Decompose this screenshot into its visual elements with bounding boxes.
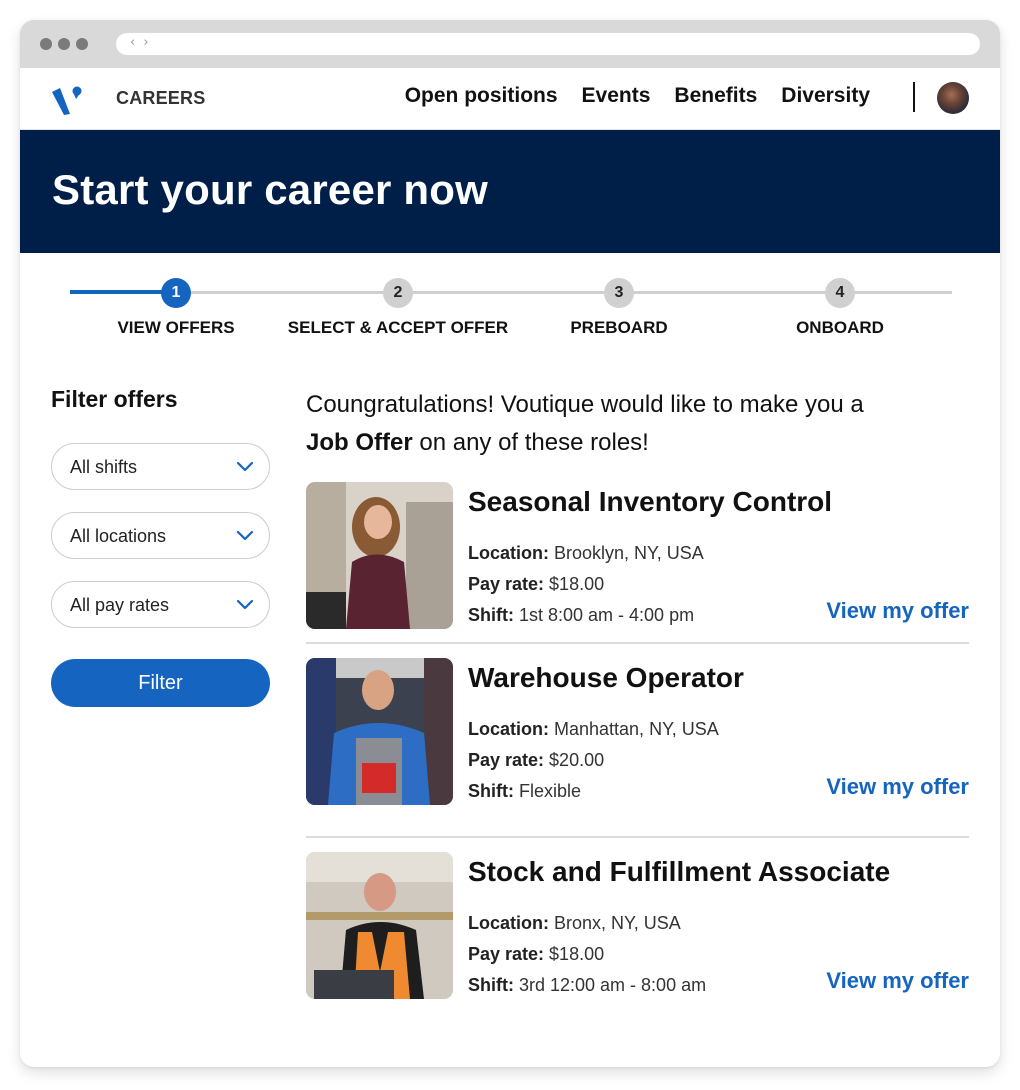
offer-shift: Shift: Flexible — [468, 781, 582, 801]
nav-diversity[interactable]: Diversity — [781, 84, 870, 108]
page-title: Start your career now — [52, 166, 489, 213]
back-forward-icon[interactable]: ‹ › — [130, 35, 151, 50]
shift-select-value: All shifts — [70, 457, 138, 477]
brand-logo-icon[interactable] — [50, 84, 86, 116]
step-number: 1 — [161, 278, 191, 308]
location-select-value: All locations — [70, 526, 167, 546]
intro-text: Coungratulations! Voutique would like to… — [306, 386, 969, 462]
offer-pay-rate: Pay rate: $18.00 — [468, 944, 605, 964]
filter-button[interactable]: Filter — [51, 659, 270, 707]
site-header: CAREERS Open positions Events Benefits D… — [20, 68, 1000, 130]
browser-chrome: ‹ › — [20, 20, 1000, 68]
step-number: 3 — [604, 278, 634, 308]
view-offer-link[interactable]: View my offer — [826, 774, 969, 800]
window-dot-close[interactable] — [40, 38, 52, 50]
main-nav: Open positions Events Benefits Diversity — [405, 84, 870, 108]
chevron-down-icon — [236, 461, 254, 472]
offer-title: Stock and Fulfillment Associate — [468, 856, 891, 887]
offer-title: Warehouse Operator — [468, 662, 744, 693]
window-dot-maximize[interactable] — [76, 38, 88, 50]
user-avatar-icon[interactable] — [937, 82, 969, 114]
offer-location: Location: Brooklyn, NY, USA — [468, 543, 704, 563]
offer-pay-rate: Pay rate: $18.00 — [468, 574, 605, 594]
offer-location: Location: Manhattan, NY, USA — [468, 719, 719, 739]
window-dot-minimize[interactable] — [58, 38, 70, 50]
offer-shift: Shift: 3rd 12:00 am - 8:00 am — [468, 975, 707, 995]
step-label: ONBOARD — [796, 318, 884, 337]
step-view-offers[interactable]: 1 VIEW OFFERS — [46, 278, 306, 338]
offers-section: Coungratulations! Voutique would like to… — [306, 386, 969, 1032]
browser-window: ‹ › CAREERS Open positions Events Benefi… — [20, 20, 1000, 1067]
filter-sidebar: Filter offers All shifts All locations A… — [51, 386, 270, 707]
intro-line2: on any of these roles! — [412, 429, 649, 456]
offer-title: Seasonal Inventory Control — [468, 486, 833, 517]
offer-card: Stock and Fulfillment Associate Location… — [306, 838, 969, 1032]
brand-name[interactable]: CAREERS — [116, 88, 205, 109]
intro-line1: Coungratulations! Voutique would like to… — [306, 391, 864, 418]
view-offer-link[interactable]: View my offer — [826, 968, 969, 994]
offer-details: Location: Bronx, NY, USA Pay rate: $18.0… — [468, 908, 706, 1001]
offer-shift: Shift: 1st 8:00 am - 4:00 pm — [468, 605, 695, 625]
step-label: VIEW OFFERS — [117, 318, 235, 337]
pay-rate-select-value: All pay rates — [70, 595, 170, 615]
offer-photo — [306, 852, 453, 999]
hero-banner: Start your career now — [20, 130, 1000, 253]
offer-pay-rate: Pay rate: $20.00 — [468, 750, 605, 770]
offer-card: Seasonal Inventory Control Location: Bro… — [306, 482, 969, 644]
nav-divider — [913, 82, 915, 112]
pay-rate-select[interactable]: All pay rates — [51, 581, 270, 628]
offer-details: Location: Brooklyn, NY, USA Pay rate: $1… — [468, 538, 704, 631]
offer-list: Seasonal Inventory Control Location: Bro… — [306, 482, 969, 1032]
filter-title: Filter offers — [51, 386, 178, 412]
location-select[interactable]: All locations — [51, 512, 270, 559]
chevron-down-icon — [236, 599, 254, 610]
step-onboard[interactable]: 4 ONBOARD — [710, 278, 970, 338]
step-number: 2 — [383, 278, 413, 308]
intro-bold: Job Offer — [306, 429, 413, 456]
nav-events[interactable]: Events — [582, 84, 651, 108]
step-number: 4 — [825, 278, 855, 308]
offer-location: Location: Bronx, NY, USA — [468, 913, 681, 933]
offer-details: Location: Manhattan, NY, USA Pay rate: $… — [468, 714, 719, 807]
window-controls — [40, 38, 88, 50]
offer-photo — [306, 658, 453, 805]
nav-benefits[interactable]: Benefits — [674, 84, 757, 108]
offer-card: Warehouse Operator Location: Manhattan, … — [306, 644, 969, 838]
offer-photo — [306, 482, 453, 629]
view-offer-link[interactable]: View my offer — [826, 598, 969, 624]
shift-select[interactable]: All shifts — [51, 443, 270, 490]
chevron-down-icon — [236, 530, 254, 541]
progress-stepper: 1 VIEW OFFERS 2 SELECT & ACCEPT OFFER 3 … — [20, 253, 1000, 363]
address-bar[interactable]: ‹ › — [116, 33, 980, 55]
nav-open-positions[interactable]: Open positions — [405, 84, 558, 108]
